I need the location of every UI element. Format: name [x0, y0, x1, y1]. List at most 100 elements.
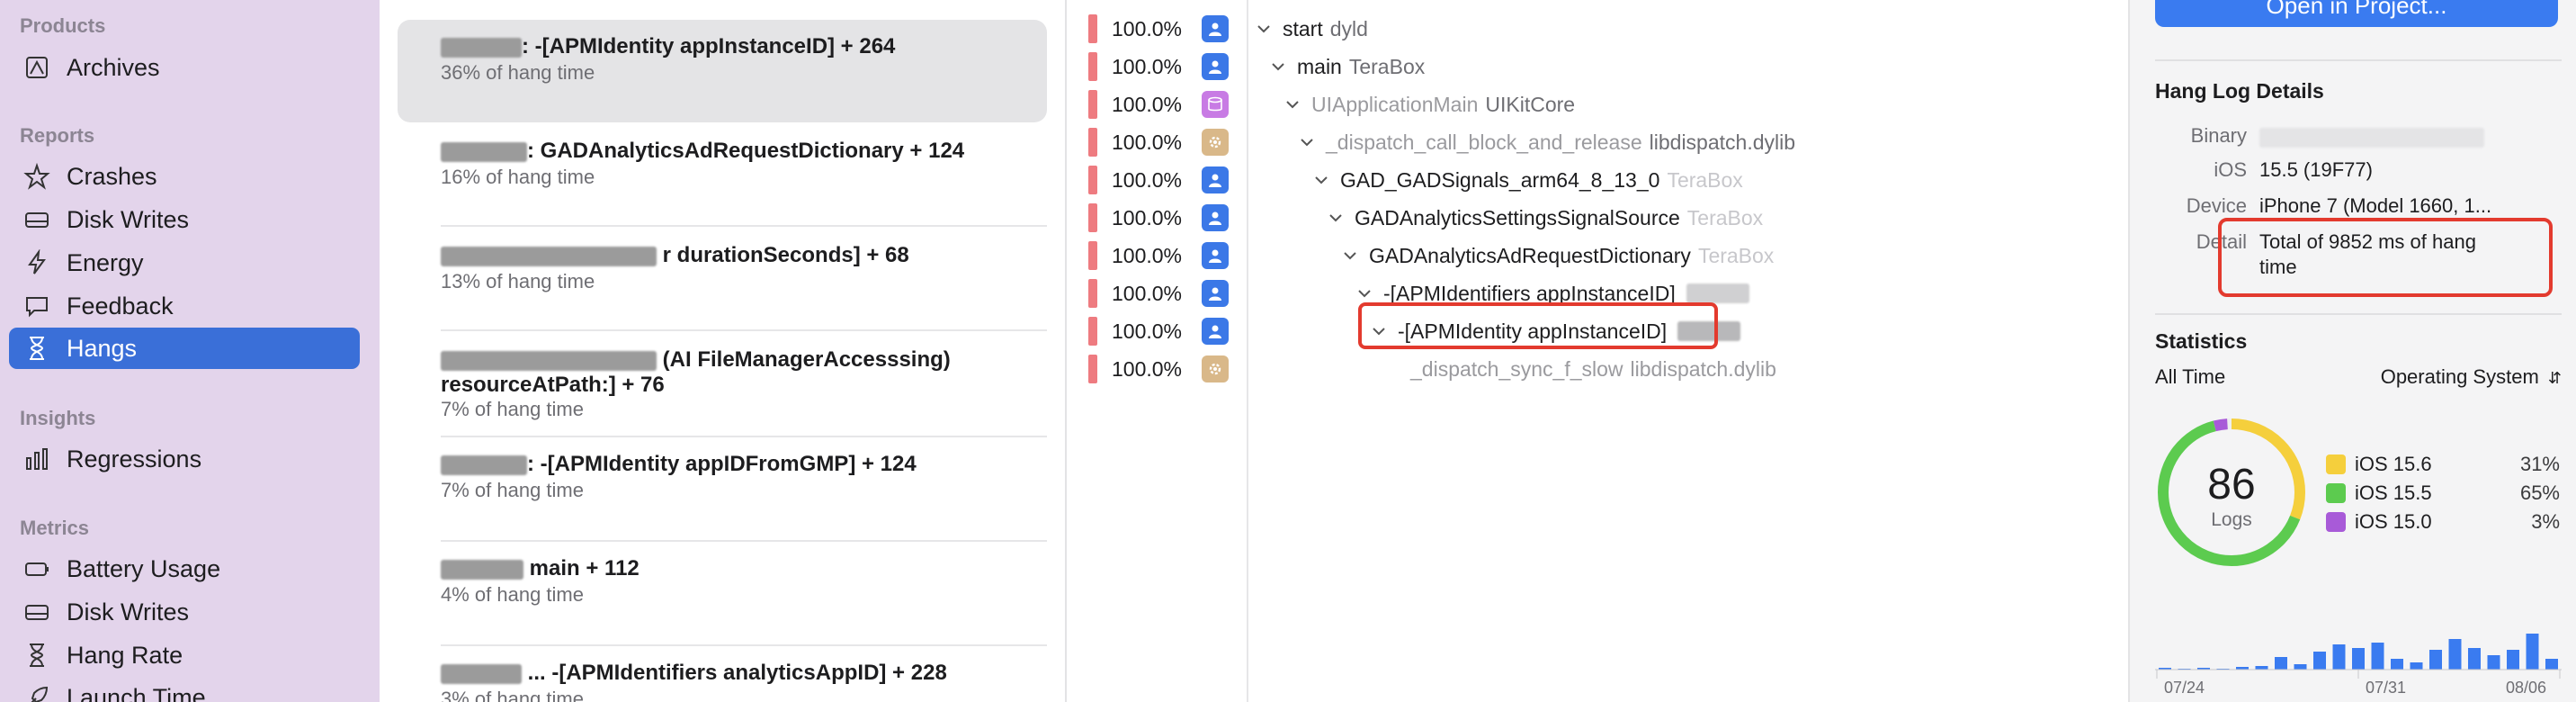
chevron-down-icon[interactable] — [1340, 246, 1360, 266]
list-item[interactable]: : -[APMIdentity appIDFromGMP] + 124 7% o… — [398, 437, 1047, 540]
tree-node[interactable]: _dispatch_call_block_and_release libdispa… — [1297, 127, 1795, 158]
list-item[interactable]: main + 112 4% of hang time — [398, 542, 1047, 644]
tree-library: libdispatch.dylib — [1630, 356, 1776, 381]
group-by-popup[interactable]: Operating System ⇵ — [2364, 365, 2562, 389]
user-icon — [1202, 166, 1229, 194]
weight-percent: 100.0% — [1112, 130, 1183, 154]
user-icon — [1202, 318, 1229, 345]
histogram-bar — [2391, 659, 2403, 670]
battery-icon — [22, 554, 52, 584]
sidebar-item-hangs[interactable]: Hangs — [9, 328, 360, 369]
tree-node[interactable]: UIApplicationMain UIKitCore — [1283, 89, 1575, 120]
section-title-products: Products — [20, 14, 106, 37]
sidebar-item-energy[interactable]: Energy — [9, 242, 360, 284]
list-item-subtitle: 16% of hang time — [441, 166, 595, 188]
list-item-title: (AI FileManagerAccesssing) — [662, 347, 951, 372]
chevron-down-icon[interactable] — [1311, 170, 1331, 190]
histogram-bar — [2545, 659, 2558, 670]
binary-row: Binary — [2130, 124, 2576, 151]
chevron-down-icon[interactable] — [1355, 284, 1374, 303]
ios-label: iOS — [2214, 158, 2247, 181]
histogram-bar — [2468, 648, 2481, 670]
weight-percent: 100.0% — [1112, 92, 1183, 116]
tree-node[interactable]: GADAnalyticsSettingsSignalSource TeraBox — [1326, 202, 1763, 233]
list-item-subtitle: 7% of hang time — [441, 479, 584, 501]
redacted-binary — [2259, 128, 2484, 148]
legend-swatch — [2326, 483, 2346, 503]
tree-node[interactable]: GADAnalyticsAdRequestDictionary TeraBox — [1340, 240, 1774, 271]
os-distribution-ring: 86 Logs — [2158, 418, 2305, 566]
highlight-annotation — [1358, 302, 1718, 349]
hang-signature-list: : -[APMIdentity appInstanceID] + 264 36%… — [380, 0, 1067, 702]
sidebar-item-battery-usage[interactable]: Battery Usage — [9, 548, 360, 590]
tree-node[interactable]: _dispatch_sync_f_slow libdispatch.dylib — [1410, 354, 1776, 384]
sidebar-item-launch-time[interactable]: Launch Time — [9, 677, 360, 702]
sidebar-item-disk-writes-metric[interactable]: Disk Writes — [9, 591, 360, 633]
chevron-down-icon[interactable] — [1254, 19, 1274, 39]
tree-symbol: GADAnalyticsSettingsSignalSource — [1355, 205, 1680, 230]
user-icon — [1202, 53, 1229, 80]
legend-percent: 31% — [2519, 453, 2560, 475]
hang-log-histogram: 07/24 07/31 08/06 — [2155, 634, 2562, 697]
tree-symbol: start — [1283, 16, 1323, 40]
sidebar-item-feedback[interactable]: Feedback — [9, 285, 360, 327]
chevron-down-icon[interactable] — [1297, 132, 1317, 152]
archive-icon — [22, 52, 52, 83]
chevron-down-icon[interactable] — [1268, 57, 1288, 76]
histogram-bar — [2332, 644, 2346, 670]
weight-row: 100.0% — [1088, 278, 1229, 309]
sidebar-item-crashes[interactable]: Crashes — [9, 156, 360, 197]
weight-row: 100.0% — [1088, 51, 1229, 82]
tree-symbol: main — [1297, 54, 1342, 78]
legend-name: iOS 15.0 — [2355, 510, 2432, 533]
list-item[interactable]: (AI FileManagerAccesssing) resourceAtPat… — [398, 331, 1047, 434]
sidebar-item-disk-writes[interactable]: Disk Writes — [9, 199, 360, 240]
histogram-bar — [2429, 650, 2442, 670]
weight-percent: 100.0% — [1112, 281, 1183, 305]
sidebar-item-regressions[interactable]: Regressions — [9, 438, 360, 480]
gear-icon — [1202, 129, 1229, 156]
list-item-title: : GADAnalyticsAdRequestDictionary + 124 — [527, 139, 965, 163]
chevron-down-icon[interactable] — [1326, 208, 1346, 228]
histogram-bar — [2410, 662, 2423, 670]
tree-node[interactable]: start dyld — [1254, 14, 1368, 44]
sidebar-item-label: Energy — [67, 248, 144, 276]
weight-bar — [1088, 52, 1097, 81]
user-icon — [1202, 280, 1229, 307]
list-item-title: r durationSeconds] + 68 — [662, 243, 909, 267]
divider — [2155, 313, 2562, 315]
section-title-insights: Insights — [20, 407, 96, 429]
time-filter[interactable]: All Time — [2155, 365, 2225, 389]
tree-symbol: UIApplicationMain — [1311, 92, 1479, 116]
sidebar-item-archives[interactable]: Archives — [9, 47, 360, 88]
tree-symbol: _dispatch_sync_f_slow — [1410, 356, 1623, 381]
sidebar-item-label: Regressions — [67, 445, 202, 472]
histogram-bar — [2294, 664, 2307, 670]
weight-percent: 100.0% — [1112, 356, 1183, 381]
crash-star-icon — [22, 161, 52, 192]
tree-node[interactable]: GAD_GADSignals_arm64_8_13_0 TeraBox — [1311, 165, 1743, 195]
legend-swatch — [2326, 454, 2346, 474]
tree-symbol: GAD_GADSignals_arm64_8_13_0 — [1340, 167, 1660, 192]
list-item[interactable]: : GADAnalyticsAdRequestDictionary + 124 … — [398, 124, 1047, 225]
weight-percent: 100.0% — [1112, 319, 1183, 343]
ios-value: 15.5 (19F77) — [2259, 158, 2373, 181]
weight-row: 100.0% — [1088, 202, 1229, 233]
sidebar-item-hang-rate[interactable]: Hang Rate — [9, 634, 360, 676]
weight-percent: 100.0% — [1112, 205, 1183, 230]
list-item[interactable]: : -[APMIdentity appInstanceID] + 264 36%… — [398, 20, 1047, 122]
tree-library: TeraBox — [1348, 54, 1426, 78]
user-icon — [1202, 242, 1229, 269]
tree-node[interactable]: main TeraBox — [1268, 51, 1425, 82]
weight-bar — [1088, 241, 1097, 270]
user-icon — [1202, 204, 1229, 231]
weight-bar — [1088, 128, 1097, 157]
list-item[interactable]: ... -[APMIdentifiers analyticsAppID] + 2… — [398, 646, 1047, 702]
weight-bar — [1088, 279, 1097, 308]
tree-library: dyld — [1329, 16, 1368, 40]
chevron-down-icon[interactable] — [1283, 94, 1302, 114]
open-in-project-button[interactable]: Open in Project... — [2155, 0, 2558, 27]
updown-chevron-icon: ⇵ — [2547, 369, 2562, 387]
list-item[interactable]: r durationSeconds] + 68 13% of hang time — [398, 227, 1047, 329]
logs-label: Logs — [2211, 509, 2252, 530]
